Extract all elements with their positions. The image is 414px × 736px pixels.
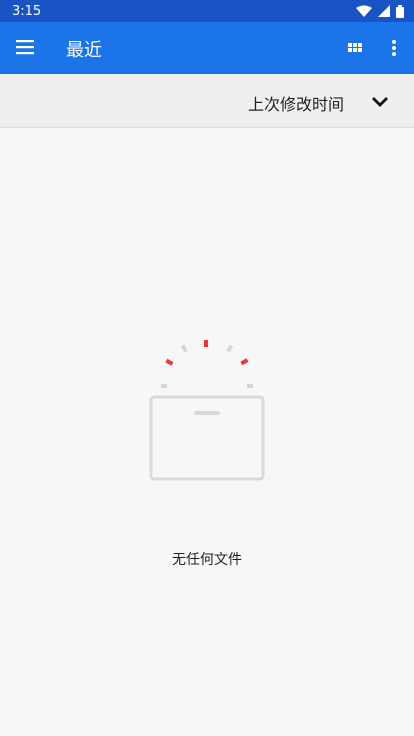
grid-view-icon	[348, 43, 362, 52]
status-bar: 3:15	[0, 0, 414, 22]
app-bar: 最近	[0, 22, 414, 74]
page-title: 最近	[66, 40, 102, 61]
status-icons	[356, 4, 404, 18]
signal-icon	[378, 5, 390, 17]
menu-icon	[16, 40, 34, 55]
file-list-area: 无任何文件	[0, 129, 414, 736]
battery-icon	[396, 4, 404, 18]
menu-button[interactable]	[10, 34, 40, 62]
empty-box-icon	[149, 340, 265, 481]
grid-view-button[interactable]	[342, 36, 368, 62]
more-options-button[interactable]	[382, 36, 406, 62]
empty-message: 无任何文件	[172, 552, 242, 568]
sort-dropdown-button[interactable]	[368, 92, 392, 112]
wifi-icon	[356, 5, 372, 17]
more-vert-icon	[392, 40, 396, 56]
status-time: 3:15	[12, 3, 42, 19]
chevron-down-icon	[372, 97, 388, 107]
sort-label[interactable]: 上次修改时间	[248, 91, 344, 115]
sort-bar: 上次修改时间	[0, 74, 414, 128]
